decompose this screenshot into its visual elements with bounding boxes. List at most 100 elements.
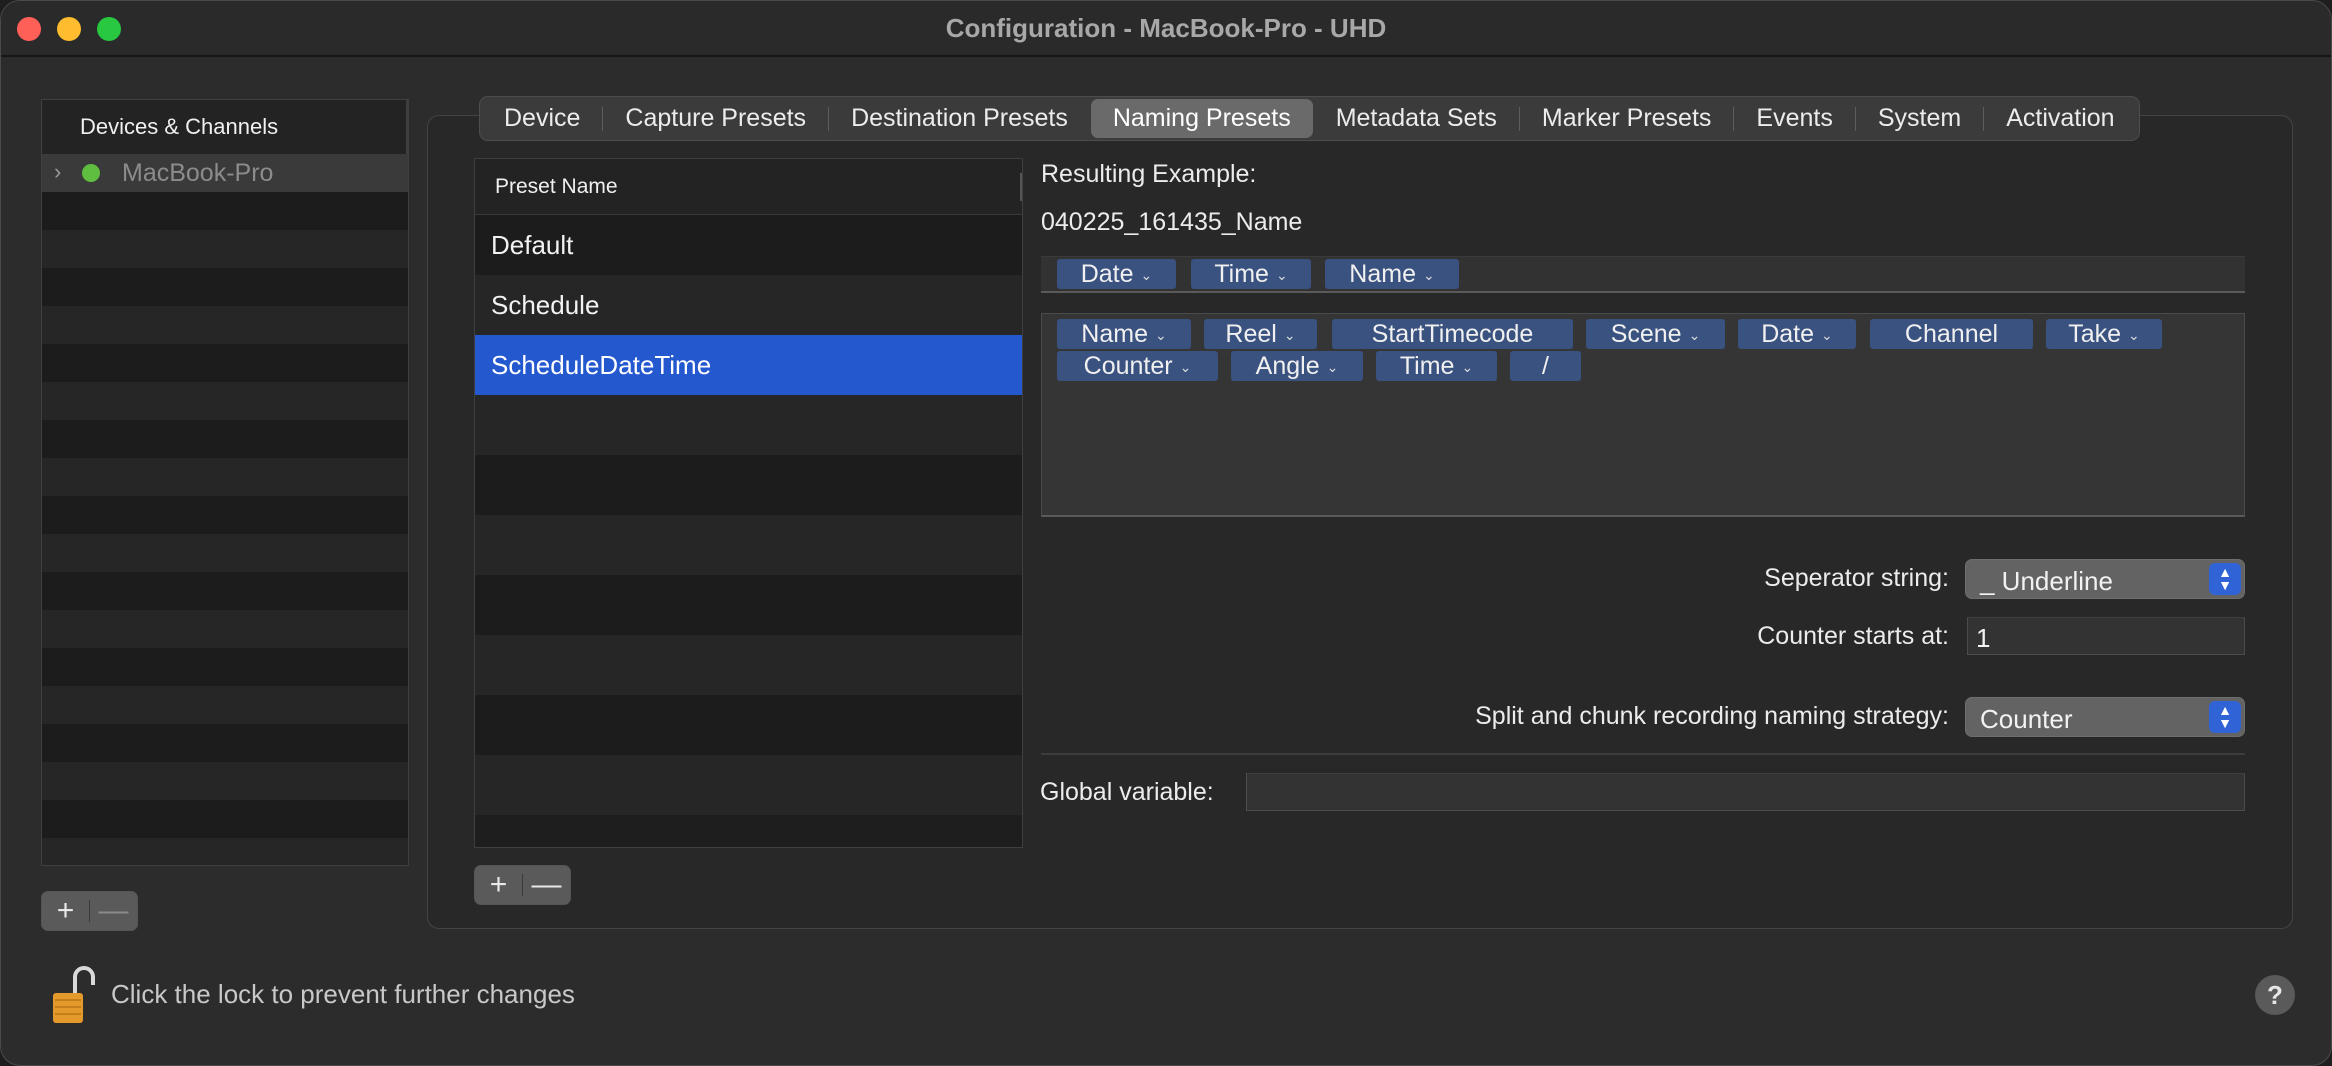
available-token-name[interactable]: Name ⌄ (1057, 319, 1191, 349)
preset-row[interactable]: Default (475, 215, 1022, 275)
chevron-down-icon[interactable]: ⌄ (1327, 359, 1339, 376)
available-token-channel[interactable]: Channel (1870, 319, 2033, 349)
chevron-down-icon[interactable]: ⌄ (1423, 267, 1435, 284)
preset-add-remove: + — (474, 865, 571, 905)
split-strategy-popup[interactable]: Counter ▲ ▼ (1965, 697, 2245, 737)
tab-bar: Device Capture Presets Destination Presets… (479, 96, 2140, 141)
tab-capture-presets[interactable]: Capture Presets (603, 99, 828, 138)
active-token-time[interactable]: Time ⌄ (1191, 259, 1311, 289)
preset-name-header-label: Preset Name (495, 175, 618, 198)
unlocked-padlock-icon[interactable] (51, 963, 95, 1025)
sidebar-add-remove: + — (41, 891, 138, 931)
sidebar-row (42, 496, 408, 534)
available-token-reel[interactable]: Reel ⌄ (1204, 319, 1317, 349)
resulting-example-label: Resulting Example: (1041, 160, 1257, 188)
separator-popup[interactable]: _ Underline ▲ ▼ (1965, 559, 2245, 599)
empty-row (475, 515, 1022, 575)
token-label: Time (1399, 351, 1455, 380)
token-label: Channel (1904, 319, 1999, 348)
preset-name-column-header[interactable]: Preset Name (475, 159, 1022, 215)
preset-rows: Default Schedule ScheduleDateTime (475, 215, 1022, 815)
token-label: Date (1080, 259, 1134, 288)
chevron-down-icon[interactable]: ⌄ (1180, 359, 1192, 376)
sidebar-row (42, 382, 408, 420)
global-variable-label: Global variable: (1040, 778, 1214, 806)
empty-row (475, 635, 1022, 695)
chevron-down-icon[interactable]: ⌄ (1141, 267, 1153, 284)
tab-destination-presets[interactable]: Destination Presets (829, 99, 1090, 138)
tab-device[interactable]: Device (482, 99, 602, 138)
available-token-take[interactable]: Take ⌄ (2046, 319, 2162, 349)
token-label: Take (2068, 319, 2122, 348)
separator-label: Seperator string: (1764, 564, 1949, 592)
chevron-down-icon[interactable]: ⌄ (1276, 267, 1288, 284)
sidebar-row (42, 458, 408, 496)
token-label: Scene (1610, 319, 1682, 348)
devices-sidebar: Devices & Channels › MacBook-Pro (41, 99, 409, 866)
add-device-button[interactable]: + (42, 892, 89, 930)
remove-device-button[interactable]: — (90, 892, 137, 930)
chevron-down-icon[interactable]: ⌄ (2128, 327, 2140, 344)
available-token-counter[interactable]: Counter ⌄ (1057, 351, 1218, 381)
tab-system[interactable]: System (1856, 99, 1983, 138)
counter-start-field[interactable]: 1 (1967, 617, 2245, 655)
chevron-down-icon[interactable]: ⌄ (1461, 359, 1473, 376)
available-token-angle[interactable]: Angle ⌄ (1231, 351, 1363, 381)
empty-row (475, 695, 1022, 755)
global-variable-field[interactable] (1246, 773, 2245, 811)
chevron-down-icon[interactable]: ⌄ (1155, 327, 1167, 344)
remove-preset-button[interactable]: — (523, 866, 570, 904)
available-token-slash[interactable]: / (1510, 351, 1581, 381)
sidebar-row (42, 648, 408, 686)
sidebar-row (42, 306, 408, 344)
tab-activation[interactable]: Activation (1984, 99, 2136, 138)
sidebar-row (42, 800, 408, 838)
help-button[interactable]: ? (2255, 975, 2295, 1015)
token-label: Time (1214, 259, 1269, 288)
window-title: Configuration - MacBook-Pro - UHD (945, 13, 1387, 43)
resulting-example-value: 040225_161435_Name (1041, 208, 1303, 236)
lock-status-text: Click the lock to prevent further change… (111, 979, 575, 1009)
sidebar-item-macbook-pro[interactable]: › MacBook-Pro (42, 154, 408, 192)
status-dot-icon (82, 164, 100, 182)
column-divider (1020, 173, 1022, 201)
available-token-time[interactable]: Time ⌄ (1376, 351, 1497, 381)
tab-events[interactable]: Events (1734, 99, 1854, 138)
token-label: StartTimecode (1371, 319, 1534, 348)
sidebar-row (42, 762, 408, 800)
available-token-date[interactable]: Date ⌄ (1738, 319, 1856, 349)
counter-start-label: Counter starts at: (1757, 622, 1949, 650)
empty-row (475, 755, 1022, 815)
disclosure-chevron-icon[interactable]: › (54, 159, 61, 185)
sidebar-row (42, 192, 408, 230)
sidebar-header: Devices & Channels (42, 100, 408, 154)
device-name: MacBook-Pro (122, 159, 274, 187)
sidebar-row (42, 534, 408, 572)
preset-list: Preset Name Default Schedule ScheduleDateT… (474, 158, 1023, 848)
token-label: Angle (1255, 351, 1320, 380)
sidebar-row (42, 724, 408, 762)
token-label: Date (1761, 319, 1815, 348)
available-token-scene[interactable]: Scene ⌄ (1586, 319, 1725, 349)
separator-value: _ Underline (1980, 566, 2113, 596)
active-token-name[interactable]: Name ⌄ (1325, 259, 1459, 289)
add-preset-button[interactable]: + (475, 866, 522, 904)
empty-row (475, 455, 1022, 515)
split-strategy-label: Split and chunk recording naming strateg… (1475, 702, 1949, 730)
tab-naming-presets[interactable]: Naming Presets (1090, 99, 1313, 138)
tab-marker-presets[interactable]: Marker Presets (1520, 99, 1733, 138)
sidebar-row (42, 230, 408, 268)
popup-arrows-icon: ▲ ▼ (2209, 701, 2241, 733)
chevron-down-icon[interactable]: ⌄ (1821, 327, 1833, 344)
sidebar-row (42, 686, 408, 724)
active-token-date[interactable]: Date ⌄ (1057, 259, 1176, 289)
chevron-down-icon[interactable]: ⌄ (1689, 327, 1701, 344)
chevron-down-icon[interactable]: ⌄ (1284, 327, 1296, 344)
tab-metadata-sets[interactable]: Metadata Sets (1314, 99, 1519, 138)
preset-row[interactable]: ScheduleDateTime (475, 335, 1022, 395)
available-token-starttimecode[interactable]: StartTimecode (1332, 319, 1573, 349)
sidebar-row (42, 572, 408, 610)
title-bar: Configuration - MacBook-Pro - UHD (1, 1, 2331, 57)
preset-row[interactable]: Schedule (475, 275, 1022, 335)
popup-arrows-icon: ▲ ▼ (2209, 563, 2241, 595)
